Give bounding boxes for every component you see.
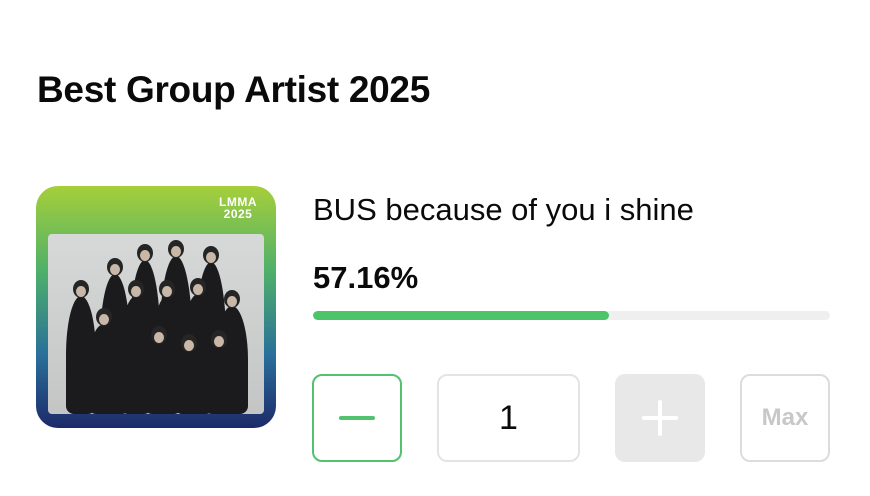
member-figure (144, 326, 174, 414)
minus-icon (339, 416, 375, 420)
member-figure (204, 330, 234, 414)
vote-percentage: 57.16% (313, 260, 419, 295)
member-figure (88, 308, 120, 414)
badge-line-2: 2025 (223, 207, 253, 221)
artist-name: BUS because of you i shine (313, 192, 694, 227)
group-photo (48, 234, 264, 414)
vote-page: Best Group Artist 2025 LMMA 2025 BUS bec… (0, 0, 870, 496)
increase-button[interactable] (615, 374, 705, 462)
quantity-input[interactable] (437, 374, 580, 462)
vote-progress-fill (313, 311, 609, 320)
vote-progress-bar (313, 311, 830, 320)
decrease-button[interactable] (312, 374, 402, 462)
lmma-badge: LMMA 2025 (212, 196, 264, 224)
category-title: Best Group Artist 2025 (37, 69, 430, 110)
max-button[interactable]: Max (740, 374, 830, 462)
member-figure (174, 334, 204, 414)
artist-thumbnail: LMMA 2025 (36, 186, 276, 428)
